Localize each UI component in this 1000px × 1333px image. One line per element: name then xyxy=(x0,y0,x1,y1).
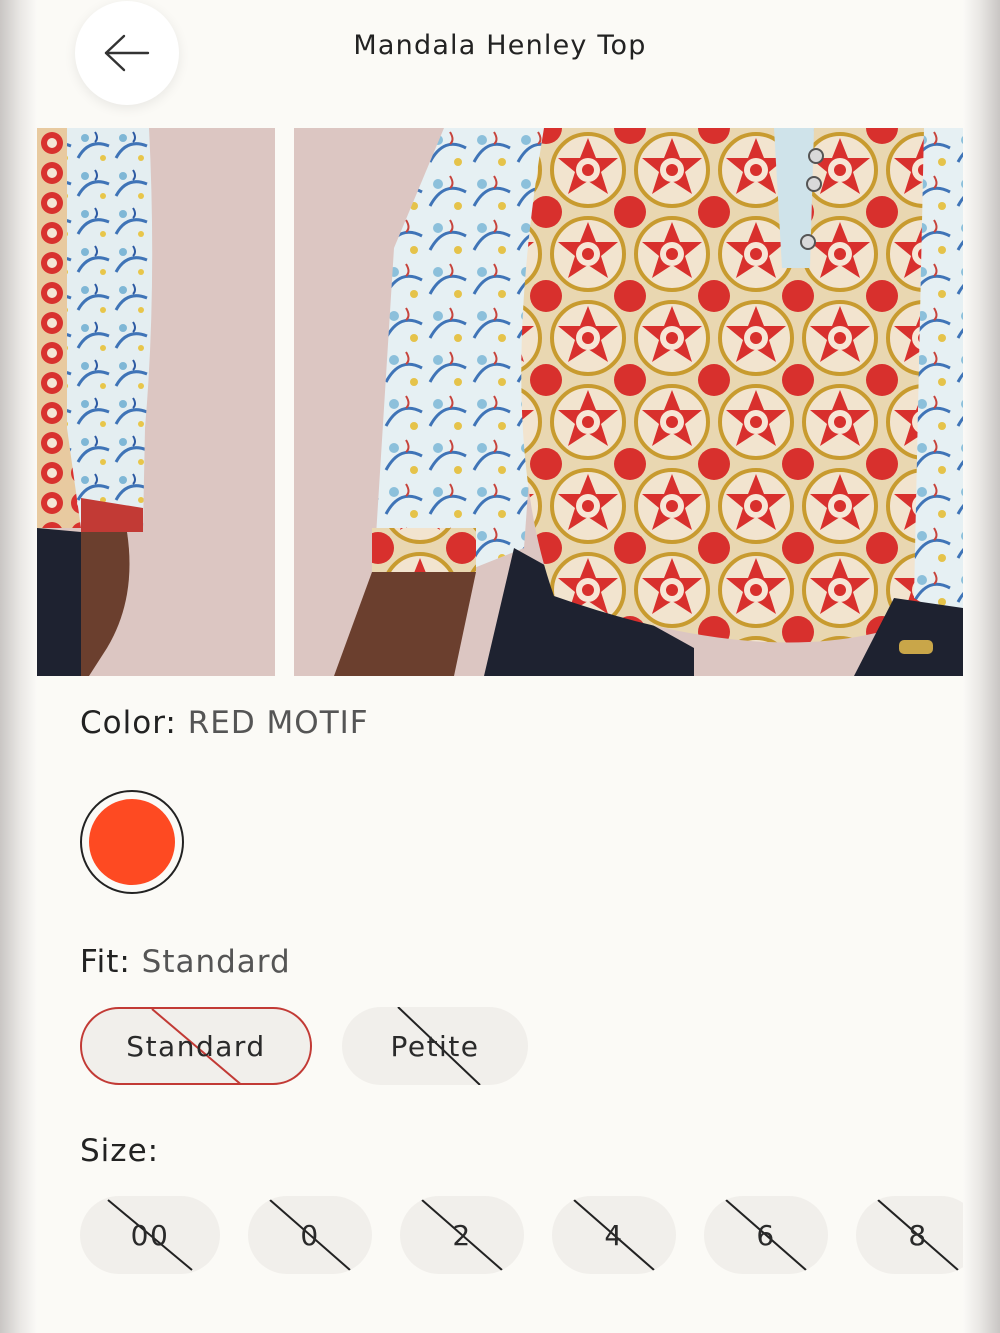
fit-label-row: Fit: Standard xyxy=(80,944,291,980)
size-label-row: Size: xyxy=(80,1133,159,1169)
size-option-00[interactable]: 00 xyxy=(80,1196,220,1274)
size-option-label: 2 xyxy=(452,1218,472,1252)
page-title: Mandala Henley Top xyxy=(353,30,647,61)
color-swatch-fill xyxy=(89,799,175,885)
fit-option-petite[interactable]: Petite xyxy=(342,1007,528,1085)
product-page: Mandala Henley Top Color: RED MOTIF Fit:… xyxy=(37,0,963,1333)
size-option-label: 4 xyxy=(604,1218,624,1252)
fit-option-standard[interactable]: Standard xyxy=(80,1007,312,1085)
product-photo-front[interactable] xyxy=(294,128,963,676)
product-image-gallery[interactable] xyxy=(37,128,963,676)
size-option-label: 8 xyxy=(908,1218,928,1252)
size-option-label: 6 xyxy=(756,1218,776,1252)
fit-option-label: Standard xyxy=(126,1029,266,1063)
header: Mandala Henley Top xyxy=(37,0,963,128)
product-photo-side[interactable] xyxy=(37,128,275,676)
fit-label: Fit: xyxy=(80,944,131,980)
size-option-0[interactable]: 0 xyxy=(248,1196,372,1274)
size-option-label: 0 xyxy=(300,1218,320,1252)
color-label-row: Color: RED MOTIF xyxy=(80,705,369,741)
size-option-2[interactable]: 2 xyxy=(400,1196,524,1274)
size-option-8[interactable]: 8 xyxy=(856,1196,963,1274)
fit-option-label: Petite xyxy=(390,1029,480,1063)
color-value: RED MOTIF xyxy=(187,705,369,741)
fit-value: Standard xyxy=(141,944,291,980)
size-option-label: 00 xyxy=(130,1218,170,1252)
size-option-4[interactable]: 4 xyxy=(552,1196,676,1274)
color-swatch-red-motif[interactable] xyxy=(80,790,184,894)
size-option-6[interactable]: 6 xyxy=(704,1196,828,1274)
size-label: Size: xyxy=(80,1133,160,1169)
color-label: Color: xyxy=(80,705,177,741)
